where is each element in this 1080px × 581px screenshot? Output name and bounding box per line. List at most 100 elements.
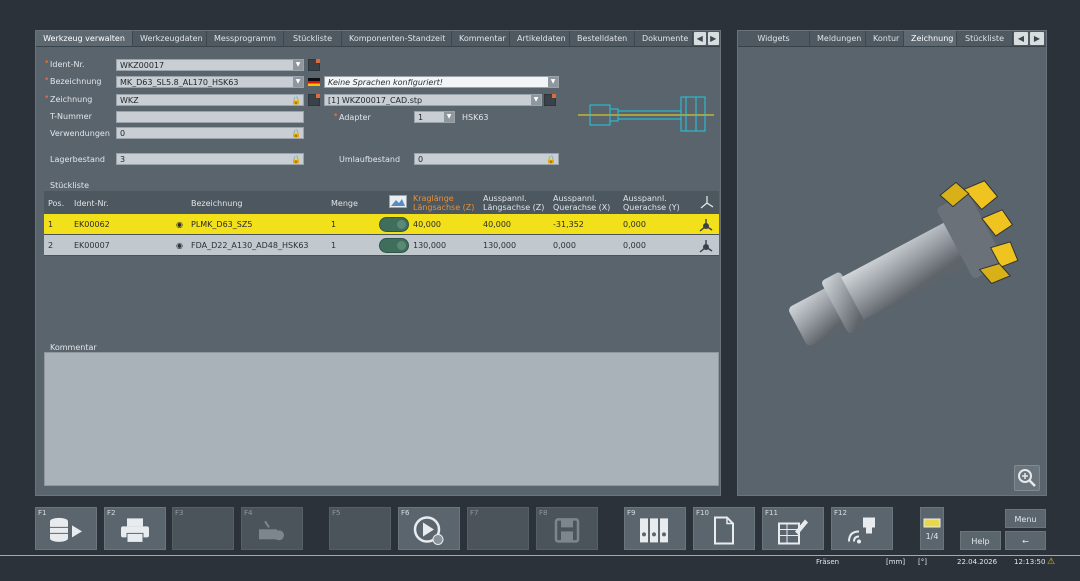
col-menge: Menge xyxy=(331,199,358,208)
tnummer-field[interactable] xyxy=(116,111,304,123)
language-dropdown-icon[interactable]: ▼ xyxy=(548,77,558,87)
cell-ident: EK00062 xyxy=(74,220,110,229)
f5-button[interactable]: F5 xyxy=(329,507,391,550)
tab-artikeldaten[interactable]: Artikeldaten xyxy=(510,31,570,46)
cell-menge: 1 xyxy=(331,220,337,229)
document-icon xyxy=(714,516,734,544)
f4-button[interactable]: F4 xyxy=(241,507,303,550)
adapter-field[interactable]: 1 ▼ xyxy=(414,111,455,123)
row-toggle[interactable] xyxy=(379,238,409,253)
f10-document-button[interactable]: F10 xyxy=(693,507,755,550)
tab-messprogramm[interactable]: Messprogramm xyxy=(207,31,284,46)
cad-file-value: [1] WKZ00017_CAD.stp xyxy=(328,96,423,105)
back-button[interactable]: ← xyxy=(1005,531,1046,550)
tab-scroll-left-icon[interactable]: ◀ xyxy=(694,32,706,45)
tab-stueckliste[interactable]: Stückliste xyxy=(284,31,342,46)
help-button[interactable]: Help xyxy=(960,531,1001,550)
lagerbestand-label: Lagerbestand xyxy=(50,155,106,164)
tool-thumbnail-drawing[interactable] xyxy=(576,91,716,136)
zeichnung-value: WKZ xyxy=(120,96,139,105)
marker-dot-icon xyxy=(552,94,556,98)
f2-label: F2 xyxy=(107,509,116,517)
zeichnung-extra-button[interactable] xyxy=(308,94,320,106)
lock-icon: 🔒 xyxy=(546,155,556,164)
ident-extra-button[interactable] xyxy=(308,59,320,71)
row-toggle[interactable] xyxy=(379,217,409,232)
ident-dropdown-icon[interactable]: ▼ xyxy=(293,60,303,70)
adapter-dropdown-icon[interactable]: ▼ xyxy=(444,112,454,122)
tab-kommentar[interactable]: Kommentar xyxy=(452,31,510,46)
tab-kontur[interactable]: Kontur xyxy=(866,31,904,46)
cad-file-field[interactable]: [1] WKZ00017_CAD.stp ▼ xyxy=(324,94,542,106)
tab-stueckliste-right[interactable]: Stückliste xyxy=(957,31,1013,46)
tab-widgets[interactable]: Widgets xyxy=(738,31,810,46)
col-ausspannl-x-2: Querachse (X) xyxy=(553,203,611,212)
tool-3d-model[interactable] xyxy=(763,171,1043,361)
kommentar-textarea[interactable] xyxy=(44,352,719,486)
tab-scroll-right-icon[interactable]: ▶ xyxy=(1030,32,1044,45)
right-tab-bar: Widgets Meldungen Kontur Zeichnung Stück… xyxy=(738,31,1046,47)
tab-scroll-right-icon[interactable]: ▶ xyxy=(707,32,719,45)
binders-icon xyxy=(640,517,668,542)
cad-dropdown-icon[interactable]: ▼ xyxy=(531,95,541,105)
tab-zeichnung[interactable]: Zeichnung xyxy=(904,31,957,46)
menu-button[interactable]: Menu xyxy=(1005,509,1046,528)
status-bar: Fräsen [mm] [°] 22.04.2026 12:13:50 ⚠ xyxy=(0,555,1080,581)
adapter-value: 1 xyxy=(418,113,424,122)
marker-dot-icon xyxy=(316,94,320,98)
tab-bestelldaten[interactable]: Bestelldaten xyxy=(570,31,635,46)
f8-save-button[interactable]: F8 xyxy=(536,507,598,550)
kommentar-label: Kommentar xyxy=(50,343,97,352)
image-column-icon[interactable] xyxy=(389,195,407,208)
table-row[interactable]: 2 EK00007 ◉ FDA_D22_A130_AD48_HSK63 1 13… xyxy=(44,235,719,256)
f9-binders-button[interactable]: F9 xyxy=(624,507,686,550)
tab-scroll-left-icon[interactable]: ◀ xyxy=(1014,32,1028,45)
col-kraglaenge-2: Längsachse (Z) xyxy=(413,203,475,212)
f3-button[interactable]: F3 xyxy=(172,507,234,550)
cell-pos: 1 xyxy=(48,220,54,229)
printer-icon xyxy=(121,517,149,543)
component-axis-icon[interactable] xyxy=(698,217,714,233)
component-axis-icon[interactable] xyxy=(698,238,714,254)
language-field[interactable]: Keine Sprachen konfiguriert! ▼ xyxy=(324,76,559,88)
f1-database-button[interactable]: F1 xyxy=(35,507,97,550)
german-flag-icon[interactable] xyxy=(308,78,320,86)
f11-edit-table-button[interactable]: F11 xyxy=(762,507,824,550)
tab-meldungen[interactable]: Meldungen xyxy=(810,31,866,46)
zoom-button[interactable] xyxy=(1014,465,1040,491)
keyboard-icon xyxy=(923,518,941,528)
status-unit-mm: [mm] xyxy=(886,558,906,566)
col-ausspannl-z-1: Ausspannl. xyxy=(483,194,527,203)
f12-transfer-button[interactable]: F12 xyxy=(831,507,893,550)
bezeichnung-dropdown-icon[interactable]: ▼ xyxy=(293,77,303,87)
tab-komponenten-standzeit[interactable]: Komponenten-Standzeit xyxy=(342,31,452,46)
f7-label: F7 xyxy=(470,509,479,517)
tab-werkzeug-verwalten[interactable]: Werkzeug verwalten xyxy=(36,31,133,46)
f6-play-button[interactable]: F6 xyxy=(398,507,460,550)
save-disk-icon xyxy=(554,517,580,543)
eye-icon[interactable]: ◉ xyxy=(176,214,183,235)
page-indicator-button[interactable]: 1/4 xyxy=(920,507,944,550)
tab-werkzeugdaten[interactable]: Werkzeugdaten xyxy=(133,31,207,46)
ident-value: WKZ00017 xyxy=(120,61,165,70)
wireless-transfer-icon xyxy=(848,517,875,543)
table-row[interactable]: 1 EK00062 ◉ PLMK_D63_SZ5 1 40,000 40,000… xyxy=(44,214,719,235)
f2-print-button[interactable]: F2 xyxy=(104,507,166,550)
stueckliste-title: Stückliste xyxy=(50,181,89,190)
page-indicator: 1/4 xyxy=(925,532,939,541)
warning-icon[interactable]: ⚠ xyxy=(1047,557,1055,567)
f7-button[interactable]: F7 xyxy=(467,507,529,550)
col-kraglaenge-1: Kraglänge xyxy=(413,194,454,203)
tab-dokumente[interactable]: Dokumente xyxy=(635,31,693,46)
ident-field[interactable]: WKZ00017 ▼ xyxy=(116,59,304,71)
eye-icon[interactable]: ◉ xyxy=(176,235,183,256)
adapter-label: Adapter xyxy=(333,111,371,122)
cell-kraglaenge: 40,000 xyxy=(413,220,441,229)
cad-extra-button[interactable] xyxy=(544,94,556,106)
marker-dot-icon xyxy=(316,59,320,63)
status-unit-deg: [°] xyxy=(918,558,927,566)
bezeichnung-field[interactable]: MK_D63_SL5.8_AL170_HSK63 ▼ xyxy=(116,76,304,88)
axis-icon xyxy=(700,196,714,209)
status-date: 22.04.2026 xyxy=(957,558,998,566)
col-pos: Pos. xyxy=(48,199,65,208)
